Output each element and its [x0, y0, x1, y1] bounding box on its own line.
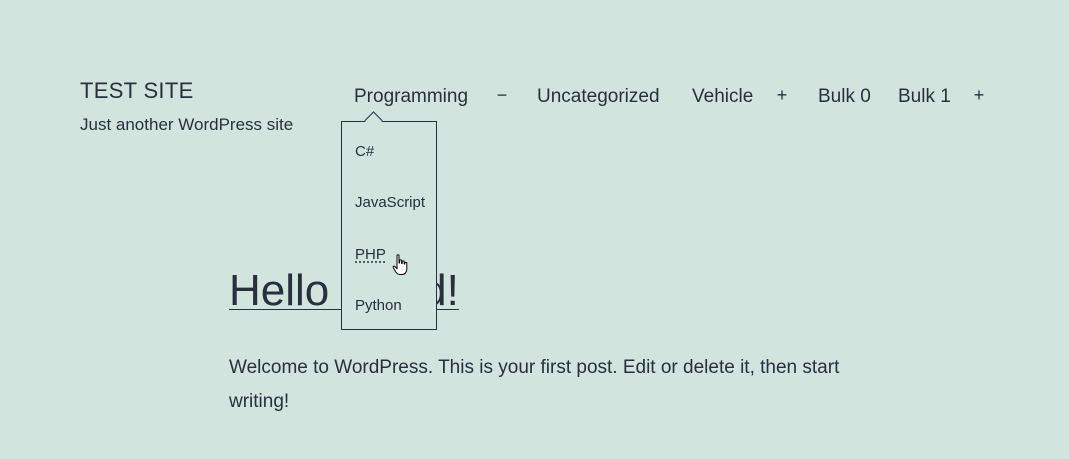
menu-item-vehicle[interactable]: Vehicle [692, 86, 753, 108]
submenu-collapse-toggle[interactable]: − [494, 85, 510, 105]
submenu-item-csharp[interactable]: C# [355, 143, 374, 160]
submenu-item-php[interactable]: PHP [355, 246, 386, 263]
menu-item-bulk-0[interactable]: Bulk 0 [818, 86, 871, 108]
menu-item-bulk-1[interactable]: Bulk 1 [898, 86, 951, 108]
menu-item-uncategorized[interactable]: Uncategorized [537, 86, 660, 108]
post-excerpt: Welcome to WordPress. This is your first… [229, 357, 840, 412]
programming-submenu: C# JavaScript PHP Python [341, 121, 437, 330]
submenu-item-python[interactable]: Python [355, 297, 402, 314]
menu-item-programming[interactable]: Programming [354, 86, 468, 108]
submenu-item-javascript[interactable]: JavaScript [355, 194, 425, 211]
hand-pointer-cursor-icon [392, 254, 408, 275]
page: TEST SITE Just another WordPress site Pr… [0, 0, 1069, 459]
submenu-expand-toggle-vehicle[interactable]: + [774, 85, 790, 105]
site-description: Just another WordPress site [80, 115, 294, 134]
submenu-expand-toggle-bulk-1[interactable]: + [971, 85, 987, 105]
site-title[interactable]: TEST SITE [80, 78, 194, 104]
